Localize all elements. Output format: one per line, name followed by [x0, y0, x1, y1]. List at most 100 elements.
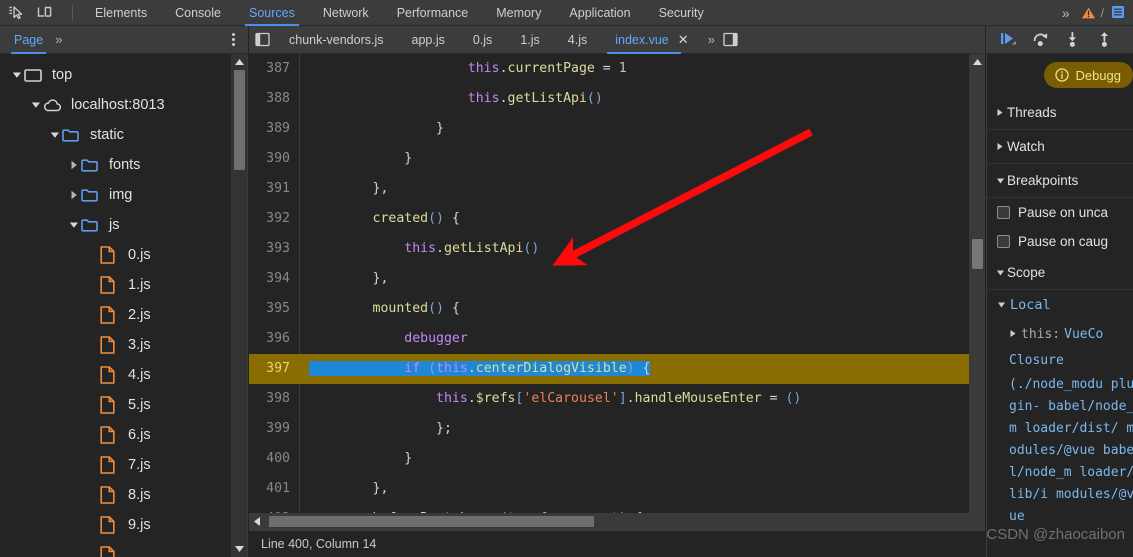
device-toolbar-icon[interactable] [36, 5, 54, 21]
line-number[interactable]: 390 [249, 144, 299, 174]
code-line[interactable]: 387 this.currentPage = 1 [249, 54, 985, 84]
editor-horizontal-scrollbar[interactable] [249, 513, 985, 530]
show-debugger-icon[interactable] [718, 26, 744, 54]
line-number[interactable]: 391 [249, 174, 299, 204]
chevron-down-icon[interactable] [29, 101, 43, 109]
line-number[interactable]: 398 [249, 384, 299, 414]
code-text[interactable]: mounted() { [299, 294, 985, 324]
editor-tab-0js[interactable]: 0.js [459, 26, 506, 54]
file-tree-item[interactable] [0, 540, 232, 557]
code-text[interactable]: debugger [299, 324, 985, 354]
line-number[interactable]: 396 [249, 324, 299, 354]
tab-memory[interactable]: Memory [482, 0, 555, 26]
editor-tab-chunk-vendors[interactable]: chunk-vendors.js [275, 26, 398, 54]
file-tree-item[interactable]: 0.js [0, 240, 232, 270]
scope-closure-label[interactable]: Closure [987, 348, 1133, 372]
scroll-left-arrow-icon[interactable] [249, 513, 265, 530]
file-tree-item[interactable]: 7.js [0, 450, 232, 480]
code-text[interactable]: if (this.centerDialogVisible) { [299, 354, 985, 384]
debugger-section-watch[interactable]: Watch [987, 130, 1133, 164]
code-text[interactable]: } [299, 114, 985, 144]
file-tree-item[interactable]: 6.js [0, 420, 232, 450]
debug-status-pill[interactable]: Debugg [1044, 62, 1133, 88]
scope-local-group[interactable]: Local [987, 290, 1133, 320]
line-number[interactable]: 397 [249, 354, 299, 384]
line-number[interactable]: 399 [249, 414, 299, 444]
navigator-scrollbar-thumb[interactable] [234, 70, 245, 170]
chevron-down-icon[interactable] [10, 71, 24, 79]
chevron-right-icon[interactable] [67, 190, 81, 200]
code-line[interactable]: 393 this.getListApi() [249, 234, 985, 264]
step-over-next-function-call-icon[interactable] [1025, 26, 1055, 54]
show-navigator-icon[interactable] [249, 26, 275, 54]
file-tree-item[interactable]: 5.js [0, 390, 232, 420]
line-number[interactable]: 400 [249, 444, 299, 474]
code-text[interactable]: }, [299, 474, 985, 504]
editor-tabs-overflow-chevron-icon[interactable]: » [703, 32, 718, 47]
file-tree-item[interactable]: top [0, 60, 232, 90]
code-text[interactable]: this.currentPage = 1 [299, 54, 985, 84]
code-editor[interactable]: 387 this.currentPage = 1 388 this.getList… [249, 54, 985, 541]
editor-scrollbar-thumb[interactable] [972, 239, 983, 269]
line-number[interactable]: 392 [249, 204, 299, 234]
code-line[interactable]: 396 debugger [249, 324, 985, 354]
tab-performance[interactable]: Performance [383, 0, 483, 26]
scroll-up-arrow-icon[interactable] [231, 54, 247, 70]
tab-sources[interactable]: Sources [235, 0, 309, 26]
editor-tab-app[interactable]: app.js [398, 26, 459, 54]
scroll-down-arrow-icon[interactable] [231, 541, 247, 557]
pause-on-uncaught-exceptions-row[interactable]: Pause on unca [987, 198, 1133, 227]
devtools-menu-icon[interactable] [1111, 5, 1129, 21]
code-line[interactable]: 398 this.$refs['elCarousel'].handleMouse… [249, 384, 985, 414]
code-line[interactable]: 390 } [249, 144, 985, 174]
chevron-down-icon[interactable] [67, 221, 81, 229]
file-tree-item[interactable]: img [0, 180, 232, 210]
code-line[interactable]: 399 }; [249, 414, 985, 444]
more-options-kebab-icon[interactable] [232, 33, 235, 46]
pause-on-caught-exceptions-row[interactable]: Pause on caug [987, 227, 1133, 256]
file-tree-item[interactable]: static [0, 120, 232, 150]
code-line[interactable]: 389 } [249, 114, 985, 144]
code-line[interactable]: 392 created() { [249, 204, 985, 234]
line-number[interactable]: 395 [249, 294, 299, 324]
navigator-tab-page[interactable]: Page [10, 26, 47, 54]
tab-console[interactable]: Console [161, 0, 235, 26]
file-tree-item[interactable]: 9.js [0, 510, 232, 540]
issues-counter[interactable]: / [1081, 6, 1104, 20]
editor-vertical-scrollbar[interactable] [969, 54, 985, 541]
editor-tab-1js[interactable]: 1.js [506, 26, 553, 54]
line-number[interactable]: 401 [249, 474, 299, 504]
code-line[interactable]: 388 this.getListApi() [249, 84, 985, 114]
code-text[interactable]: }; [299, 414, 985, 444]
line-number[interactable]: 388 [249, 84, 299, 114]
scroll-up-arrow-icon[interactable] [969, 54, 985, 70]
debugger-section-scope[interactable]: Scope [987, 256, 1133, 290]
editor-hscrollbar-thumb[interactable] [269, 516, 594, 527]
line-number[interactable]: 387 [249, 54, 299, 84]
resume-script-execution-icon[interactable] [993, 26, 1023, 54]
debugger-section-breakpoints[interactable]: Breakpoints [987, 164, 1133, 198]
file-tree-item[interactable]: 2.js [0, 300, 232, 330]
checkbox-icon[interactable] [997, 206, 1010, 219]
chevron-down-icon[interactable] [48, 131, 62, 139]
code-text[interactable]: this.getListApi() [299, 234, 985, 264]
step-into-next-function-call-icon[interactable] [1057, 26, 1087, 54]
code-text[interactable]: } [299, 444, 985, 474]
file-tree-item[interactable]: 4.js [0, 360, 232, 390]
code-line[interactable]: 394 }, [249, 264, 985, 294]
line-number[interactable]: 389 [249, 114, 299, 144]
code-line[interactable]: 391 }, [249, 174, 985, 204]
navigator-scrollbar[interactable] [231, 54, 247, 557]
file-tree-item[interactable]: js [0, 210, 232, 240]
code-line[interactable]: 401 }, [249, 474, 985, 504]
close-icon[interactable]: ✕ [678, 32, 689, 48]
chevron-right-icon[interactable] [67, 160, 81, 170]
tab-security[interactable]: Security [645, 0, 718, 26]
scope-this-row[interactable]: this: VueCo [987, 320, 1133, 348]
navigator-more-chevron-icon[interactable]: » [55, 32, 62, 47]
file-tree-item[interactable]: 3.js [0, 330, 232, 360]
code-line[interactable]: 400 } [249, 444, 985, 474]
code-text[interactable]: created() { [299, 204, 985, 234]
inspect-element-icon[interactable] [8, 5, 26, 21]
file-tree-item[interactable]: 1.js [0, 270, 232, 300]
